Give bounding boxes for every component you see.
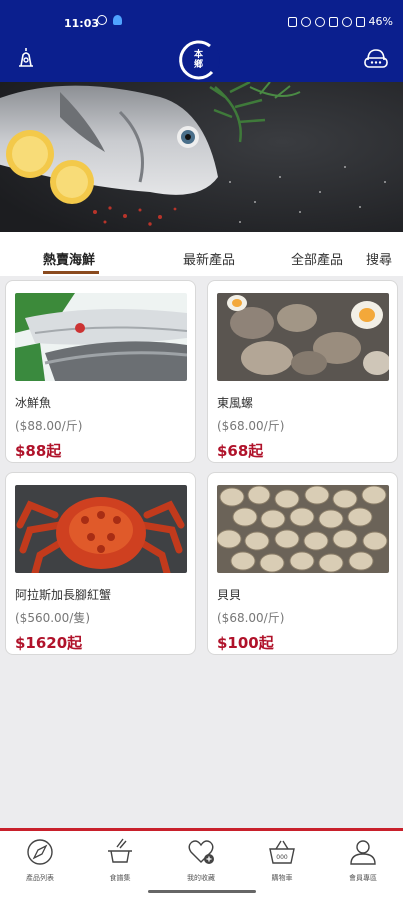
product-name: 冰鮮魚 xyxy=(15,396,52,410)
fish-banner-image xyxy=(0,82,403,232)
product-card[interactable]: 東風螺 ($68.00/斤) $68起 xyxy=(207,280,398,463)
product-price: $68起 xyxy=(217,442,264,460)
app-notification-icon xyxy=(113,15,122,25)
heart-plus-icon xyxy=(188,840,214,864)
product-price: $1620起 xyxy=(15,634,83,652)
nav-label: 我的收藏 xyxy=(187,874,215,882)
notification-icon xyxy=(97,15,107,25)
vibrate-icon xyxy=(314,16,325,27)
product-unit-price: ($560.00/隻) xyxy=(15,611,91,625)
nav-label: 會員專區 xyxy=(349,874,377,882)
nav-member[interactable]: 會員專區 xyxy=(333,837,393,883)
battery-icon xyxy=(355,16,365,27)
wifi-icon xyxy=(341,16,352,27)
gesture-home-bar[interactable] xyxy=(148,890,256,893)
tab-new-products[interactable]: 最新產品 xyxy=(183,249,235,268)
nav-product-list[interactable]: 產品列表 xyxy=(10,837,70,883)
product-name: 東風螺 xyxy=(217,396,254,410)
signal-icon xyxy=(328,16,338,27)
product-price: $88起 xyxy=(15,442,62,460)
product-image-fish xyxy=(15,293,187,381)
product-image-king-crab xyxy=(15,485,187,573)
product-name: 阿拉斯加長腳紅蟹 xyxy=(15,588,112,602)
compass-icon xyxy=(27,839,53,865)
notification-icons xyxy=(97,15,122,25)
nav-label: 產品列表 xyxy=(26,874,54,882)
nav-label: 購物車 xyxy=(271,874,293,882)
app-header: 本鄉 xyxy=(0,40,403,82)
product-card[interactable]: 貝貝 ($68.00/斤) $100起 xyxy=(207,472,398,655)
system-icons: 46% xyxy=(287,15,393,28)
tab-all-products[interactable]: 全部產品 xyxy=(291,249,343,268)
brand-logo: 本鄉 xyxy=(178,38,222,82)
nav-cart[interactable]: 000 購物車 xyxy=(252,837,312,883)
logo-text: 本鄉 xyxy=(194,50,204,70)
basket-icon: 000 xyxy=(269,840,295,864)
product-unit-price: ($68.00/斤) xyxy=(217,419,285,433)
alarm-icon xyxy=(300,16,311,27)
battery-level: 46% xyxy=(368,15,393,28)
user-icon xyxy=(350,840,376,865)
hero-banner[interactable] xyxy=(0,82,403,232)
tab-search[interactable]: 搜尋 xyxy=(366,249,392,268)
tab-hot-seafood[interactable]: 熱賣海鮮 xyxy=(43,249,95,268)
category-tabs: 熱賣海鮮 最新產品 全部產品 搜尋 xyxy=(0,232,403,276)
active-tab-indicator xyxy=(43,271,99,274)
svg-text:000: 000 xyxy=(276,854,288,861)
product-image-clams xyxy=(217,485,389,573)
recipe-pot-icon xyxy=(108,838,132,863)
product-unit-price: ($68.00/斤) xyxy=(217,611,285,625)
product-price: $100起 xyxy=(217,634,274,652)
nfc-icon xyxy=(287,16,297,27)
product-card[interactable]: 冰鮮魚 ($88.00/斤) $88起 xyxy=(5,280,196,463)
status-time: 11:03 xyxy=(64,17,100,30)
product-card[interactable]: 阿拉斯加長腳紅蟹 ($560.00/隻) $1620起 xyxy=(5,472,196,655)
nav-recipes[interactable]: 食譜集 xyxy=(90,837,150,883)
nav-label: 食譜集 xyxy=(109,874,131,882)
product-name: 貝貝 xyxy=(217,588,242,602)
product-unit-price: ($88.00/斤) xyxy=(15,419,83,433)
nav-favorites[interactable]: 我的收藏 xyxy=(171,837,231,883)
product-image-whelk xyxy=(217,293,389,381)
headset-icon[interactable] xyxy=(363,46,389,70)
bell-tower-icon[interactable] xyxy=(14,46,38,70)
